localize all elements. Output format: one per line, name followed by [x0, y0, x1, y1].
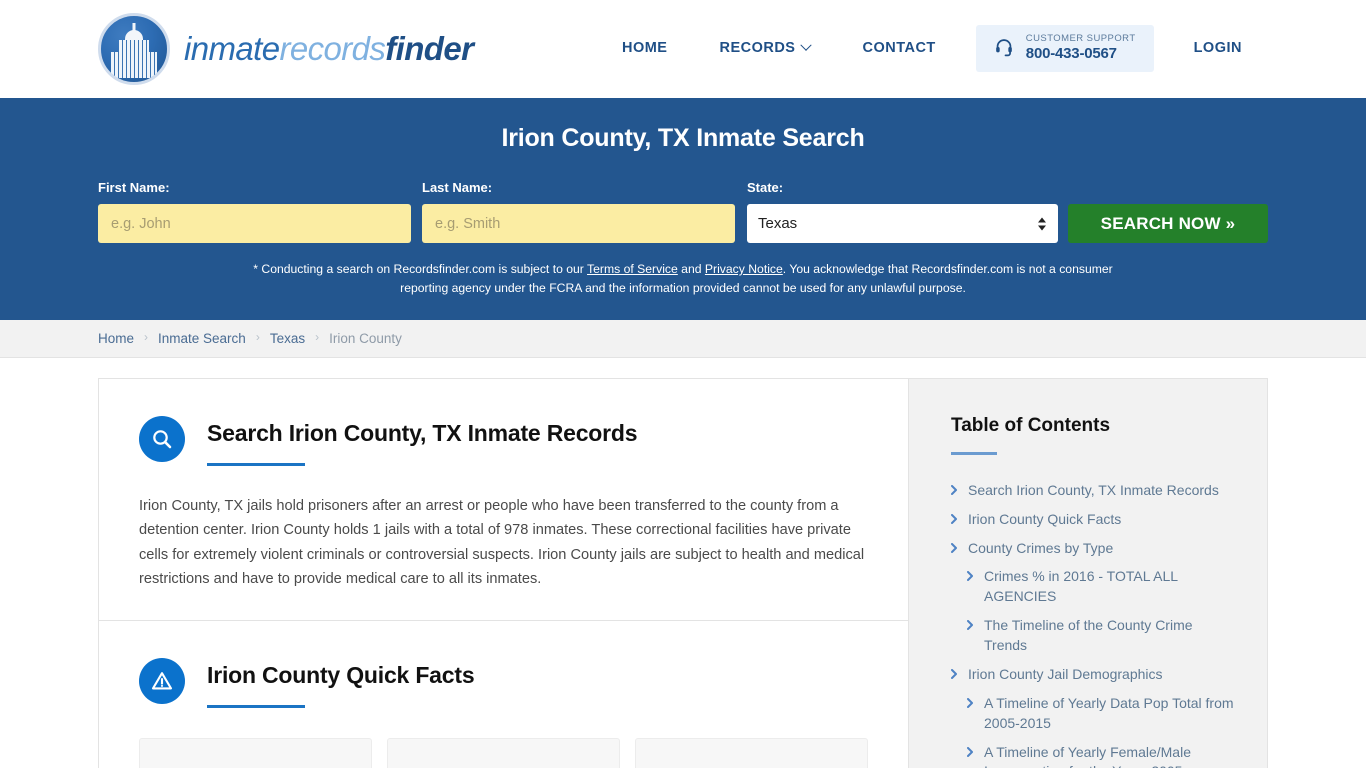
toc-item[interactable]: Crimes % in 2016 - TOTAL ALL AGENCIES	[951, 567, 1239, 607]
first-name-label: First Name:	[98, 180, 170, 195]
chevron-right-icon	[967, 571, 973, 582]
first-name-input[interactable]	[98, 204, 411, 243]
main-navigation: HOME RECORDS CONTACT CUSTOMER SUPPORT 80…	[596, 25, 1268, 72]
breadcrumb-separator-icon: ›	[315, 330, 320, 345]
inmate-search-band: Irion County, TX Inmate Search First Nam…	[0, 98, 1366, 320]
section-paragraph: Irion County, TX jails hold prisoners af…	[139, 497, 865, 588]
site-logo[interactable]: inmaterecordsfinder	[98, 12, 474, 85]
nav-login-label: LOGIN	[1193, 40, 1242, 57]
support-label: CUSTOMER SUPPORT	[1025, 33, 1136, 45]
nav-home-label: HOME	[621, 40, 668, 57]
section-underline	[207, 462, 305, 466]
chevron-right-icon	[967, 746, 973, 757]
state-label: State:	[747, 180, 784, 195]
breadcrumb: Home › Inmate Search › Texas › Irion Cou…	[0, 319, 1366, 358]
toc-link[interactable]: A Timeline of Yearly Data Pop Total from…	[984, 694, 1239, 734]
toc-list: Search Irion County, TX Inmate Records I…	[951, 481, 1239, 768]
privacy-notice-link[interactable]: Privacy Notice	[705, 262, 783, 276]
chevron-right-icon	[951, 668, 957, 679]
breadcrumb-separator-icon: ›	[144, 330, 149, 345]
section-quick-facts: Irion County Quick Facts	[99, 619, 908, 768]
toc-link[interactable]: The Timeline of the County Crime Trends	[984, 616, 1239, 656]
page-body: Search Irion County, TX Inmate Records I…	[0, 357, 1366, 768]
nav-records[interactable]: RECORDS	[693, 39, 836, 57]
magnifier-icon	[139, 415, 185, 462]
toc-item[interactable]: A Timeline of Yearly Data Pop Total from…	[951, 694, 1239, 734]
toc-underline	[951, 451, 997, 455]
terms-of-service-link[interactable]: Terms of Service	[587, 262, 678, 276]
nav-records-label: RECORDS	[719, 40, 796, 57]
breadcrumb-item-texas[interactable]: Texas	[270, 331, 305, 346]
toc-item[interactable]: Irion County Jail Demographics	[951, 665, 1239, 685]
quick-fact-box	[387, 737, 620, 768]
toc-link[interactable]: County Crimes by Type	[968, 539, 1113, 559]
last-name-input[interactable]	[422, 204, 735, 243]
section-underline	[207, 704, 305, 708]
chevron-right-icon	[967, 620, 973, 631]
headset-icon	[995, 39, 1012, 57]
breadcrumb-separator-icon: ›	[255, 330, 260, 345]
nav-home[interactable]: HOME	[596, 40, 694, 56]
chevron-right-icon	[967, 697, 973, 708]
inmate-search-form: First Name: Last Name: State: Texas SEAR…	[98, 180, 1268, 243]
section-title: Irion County Quick Facts	[207, 661, 475, 688]
disclaimer-part-2: and	[677, 262, 705, 276]
chevron-right-icon	[951, 542, 957, 553]
quick-fact-box	[139, 737, 372, 768]
toc-link[interactable]: Search Irion County, TX Inmate Records	[968, 481, 1219, 501]
first-name-field-group: First Name:	[98, 180, 411, 243]
quick-fact-box	[635, 737, 868, 768]
last-name-label: Last Name:	[422, 180, 493, 195]
search-disclaimer: * Conducting a search on Recordsfinder.c…	[233, 260, 1133, 298]
chevron-right-icon	[951, 513, 957, 524]
toc-link[interactable]: Crimes % in 2016 - TOTAL ALL AGENCIES	[984, 567, 1239, 607]
section-title: Search Irion County, TX Inmate Records	[207, 419, 638, 446]
breadcrumb-item-inmate-search[interactable]: Inmate Search	[158, 331, 246, 346]
quick-facts-grid	[139, 737, 868, 768]
last-name-field-group: Last Name:	[422, 180, 735, 243]
customer-support-badge[interactable]: CUSTOMER SUPPORT 800-433-0567	[975, 25, 1154, 72]
section-search-records: Search Irion County, TX Inmate Records I…	[99, 379, 908, 620]
chevron-down-icon	[800, 39, 813, 52]
toc-item[interactable]: Search Irion County, TX Inmate Records	[951, 481, 1239, 501]
toc-item[interactable]: The Timeline of the County Crime Trends	[951, 616, 1239, 656]
nav-login[interactable]: LOGIN	[1168, 40, 1268, 56]
chevron-right-icon	[951, 484, 957, 495]
nav-contact-label: CONTACT	[862, 40, 936, 57]
page-title: Irion County, TX Inmate Search	[501, 124, 865, 152]
support-phone: 800-433-0567	[1025, 45, 1117, 63]
brand-word-finder: finder	[385, 29, 474, 67]
content-card: Search Irion County, TX Inmate Records I…	[98, 377, 1268, 768]
nav-contact[interactable]: CONTACT	[836, 40, 961, 56]
table-of-contents: Table of Contents Search Irion County, T…	[909, 378, 1267, 768]
disclaimer-part-1: * Conducting a search on Recordsfinder.c…	[253, 262, 588, 276]
breadcrumb-item-irion-county: Irion County	[329, 330, 402, 346]
toc-item[interactable]: County Crimes by Type	[951, 539, 1239, 559]
brand-word-records: records	[279, 29, 386, 67]
warning-triangle-icon	[139, 657, 185, 704]
search-now-button[interactable]: SEARCH NOW »	[1068, 204, 1268, 243]
toc-link[interactable]: A Timeline of Yearly Female/Male Incarce…	[984, 743, 1239, 768]
section-header: Irion County Quick Facts	[139, 657, 868, 708]
site-header: inmaterecordsfinder HOME RECORDS CONTACT…	[0, 0, 1366, 98]
main-column: Search Irion County, TX Inmate Records I…	[99, 378, 909, 768]
brand-word-inmate: inmate	[184, 29, 280, 67]
capitol-dome-seal-icon	[98, 12, 170, 85]
toc-item[interactable]: Irion County Quick Facts	[951, 510, 1239, 530]
section-header: Search Irion County, TX Inmate Records	[139, 415, 868, 466]
toc-title: Table of Contents	[951, 414, 1111, 436]
state-field-group: State: Texas	[747, 180, 1058, 243]
toc-item[interactable]: A Timeline of Yearly Female/Male Incarce…	[951, 743, 1239, 768]
state-select[interactable]: Texas	[747, 204, 1058, 243]
toc-link[interactable]: Irion County Quick Facts	[968, 510, 1121, 530]
toc-link[interactable]: Irion County Jail Demographics	[968, 665, 1163, 685]
breadcrumb-item-home[interactable]: Home	[98, 331, 134, 346]
brand-wordmark: inmaterecordsfinder	[184, 29, 474, 68]
